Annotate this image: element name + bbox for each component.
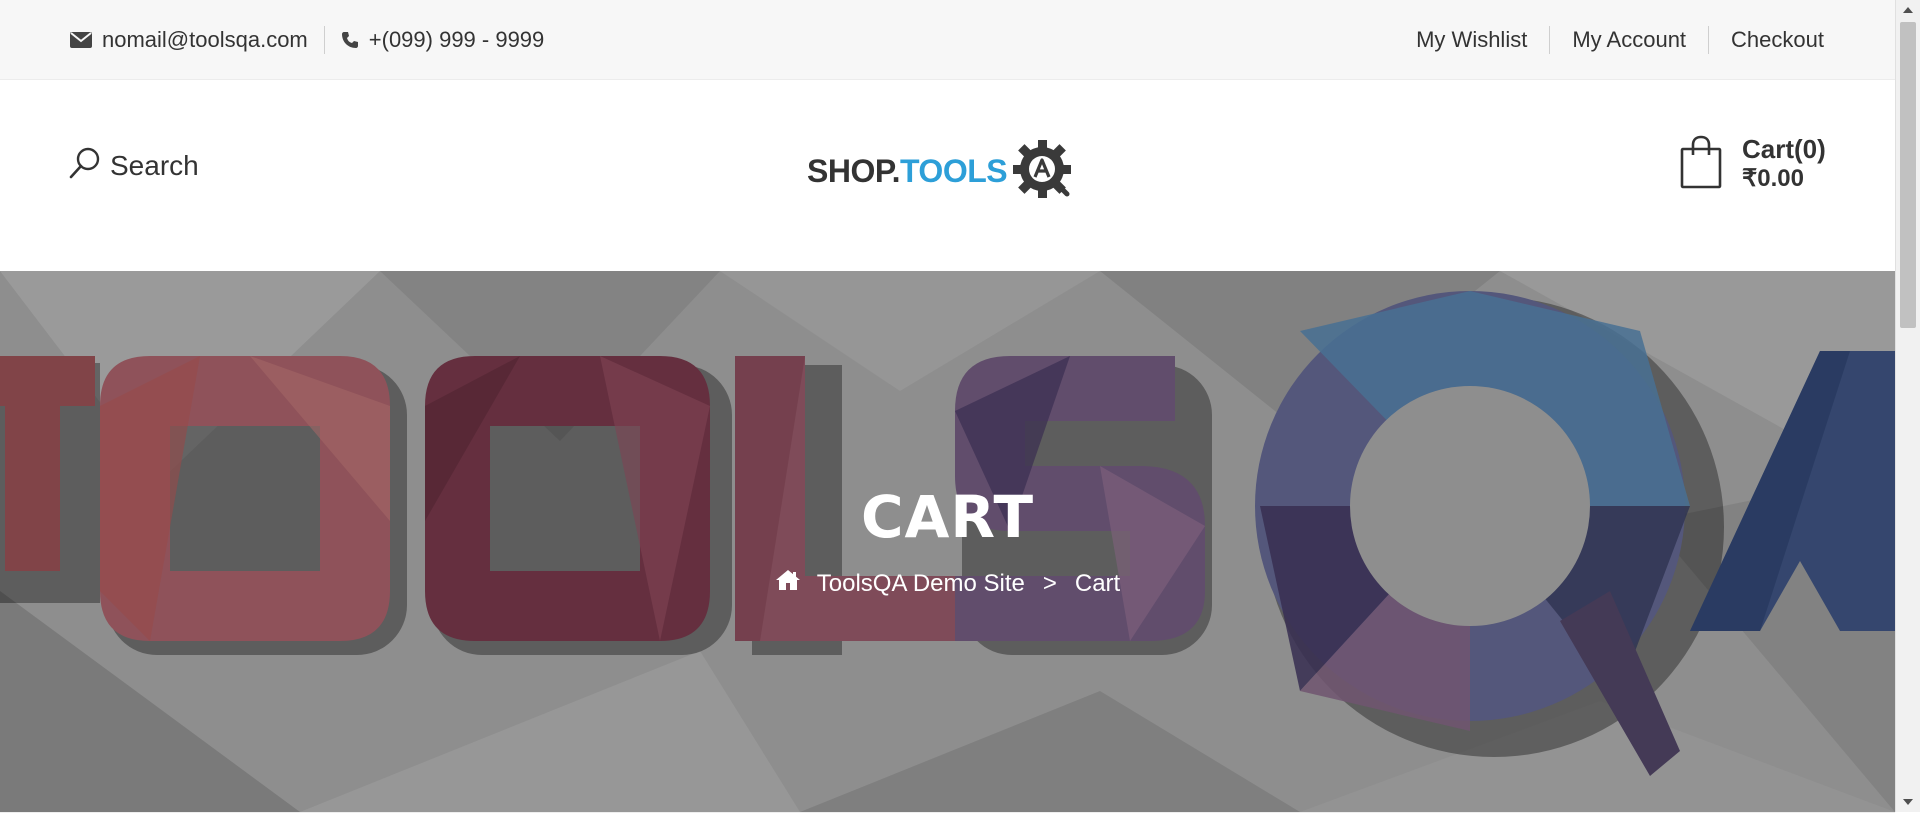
breadcrumb-current: Cart bbox=[1074, 569, 1121, 597]
logo-tools-text: TOOLS bbox=[899, 153, 1008, 189]
cart-info: Cart(0) ₹0.00 bbox=[1742, 134, 1826, 194]
divider bbox=[1708, 26, 1710, 54]
content-area-edge bbox=[0, 812, 1895, 827]
scroll-down-arrow-icon[interactable] bbox=[1896, 792, 1920, 812]
search-label: Search bbox=[110, 149, 199, 181]
divider bbox=[1549, 26, 1551, 54]
top-bar: nomail@toolsqa.com +(099) 999 - 9999 My … bbox=[0, 0, 1895, 80]
search-button[interactable]: Search bbox=[68, 146, 199, 185]
my-wishlist-link[interactable]: My Wishlist bbox=[1416, 27, 1527, 53]
page-banner: CART ToolsQA Demo Site > Cart bbox=[0, 271, 1895, 812]
shopping-bag-icon bbox=[1680, 135, 1722, 194]
email-text: nomail@toolsqa.com bbox=[102, 27, 308, 52]
vertical-scrollbar[interactable] bbox=[1895, 0, 1920, 812]
cart-widget[interactable]: Cart(0) ₹0.00 bbox=[1680, 134, 1826, 194]
phone-icon bbox=[341, 31, 359, 49]
envelope-icon bbox=[70, 31, 92, 49]
page-title: CART bbox=[860, 483, 1035, 551]
scrollbar-thumb[interactable] bbox=[1900, 22, 1916, 328]
home-icon[interactable] bbox=[775, 569, 801, 598]
scroll-up-arrow-icon[interactable] bbox=[1896, 0, 1920, 20]
contact-info: nomail@toolsqa.com +(099) 999 - 9999 bbox=[70, 0, 544, 80]
breadcrumb: ToolsQA Demo Site > Cart bbox=[0, 569, 1895, 598]
cart-count: Cart(0) bbox=[1742, 134, 1826, 164]
divider bbox=[323, 26, 325, 54]
logo-shop-text: SHOP. bbox=[807, 153, 900, 189]
phone-contact[interactable]: +(099) 999 - 9999 bbox=[341, 27, 545, 53]
search-icon bbox=[68, 146, 102, 185]
site-logo[interactable]: SHOP. TOOLS bbox=[807, 136, 1077, 207]
account-links: My Wishlist My Account Checkout bbox=[1416, 0, 1824, 80]
checkout-link[interactable]: Checkout bbox=[1731, 27, 1824, 53]
my-account-link[interactable]: My Account bbox=[1572, 27, 1686, 53]
site-header: Search SHOP. TOOLS Cart(0) ₹0.00 bbox=[0, 80, 1895, 271]
cart-total: ₹0.00 bbox=[1742, 165, 1804, 192]
breadcrumb-home-link[interactable]: ToolsQA Demo Site bbox=[817, 570, 1025, 598]
gear-logo-icon bbox=[1011, 136, 1077, 207]
phone-text: +(099) 999 - 9999 bbox=[368, 27, 545, 52]
breadcrumb-separator: > bbox=[1042, 569, 1057, 597]
email-contact[interactable]: nomail@toolsqa.com bbox=[70, 27, 308, 53]
